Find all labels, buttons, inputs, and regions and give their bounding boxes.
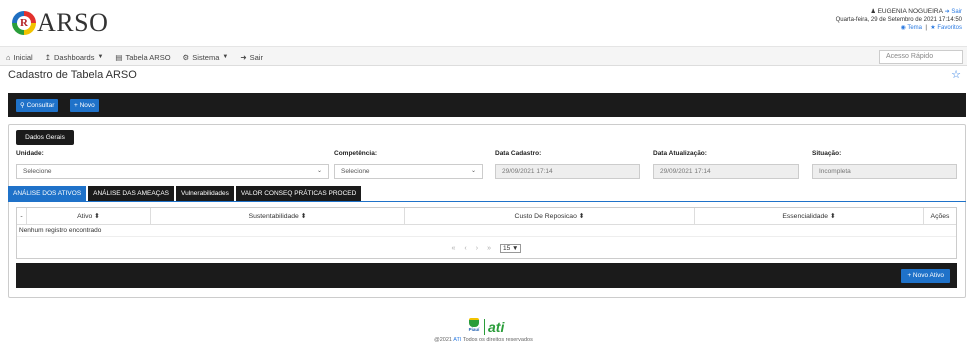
ativos-table: - Ativo ⬍ Sustentabilidade ⬍ Custo De Re… [16, 207, 957, 259]
copyright-text: Todos os direitos reservados [462, 337, 533, 343]
tab-valor-conseq[interactable]: VALOR CONSEQ PRÁTICAS PROCED [235, 186, 362, 202]
ati-logo: ati [488, 318, 505, 335]
nav-label: Dashboards [54, 52, 95, 62]
logout-link[interactable]: ➜ Sair [945, 9, 962, 15]
data-cadastro-label: Data Cadastro: [495, 150, 542, 157]
nav-label: Inicial [13, 52, 33, 62]
action-bar: ⚲ Consultar + Novo [8, 93, 966, 117]
theme-link[interactable]: ◉ Tema [901, 25, 922, 31]
consultar-button[interactable]: ⚲ Consultar [16, 99, 59, 112]
prev-page-icon[interactable]: ‹ [464, 245, 466, 252]
competencia-select[interactable]: Selecione ⌄ [334, 164, 483, 179]
last-page-icon[interactable]: » [487, 245, 491, 252]
user-icon: ♟ [870, 9, 876, 15]
tab-underline [8, 201, 966, 202]
nav-label: Tabela ARSO [125, 52, 171, 62]
nav-item-sistema[interactable]: ⚙ Sistema ▼ [183, 53, 229, 62]
main-nav: ⌂ Inicial ↥ Dashboards ▼ ▤ Tabela ARSO ⚙ Sist… [0, 46, 967, 66]
column-header-acoes: Ações [930, 213, 950, 220]
logout-label: Sair [951, 9, 962, 15]
caret-down-icon: ▼ [222, 54, 229, 60]
competencia-value: Selecione [341, 168, 370, 175]
divider [484, 318, 485, 335]
chevron-down-icon: ⌄ [316, 168, 322, 174]
column-header-essencialidade[interactable]: Essencialidade ⬍ [695, 208, 924, 225]
chevron-down-icon: ⌄ [470, 168, 476, 174]
situacao-label: Situação: [812, 150, 842, 157]
logout-icon: ➜ [240, 52, 247, 62]
bottom-action-bar: + Novo Ativo [16, 263, 957, 288]
plus-icon: + [907, 272, 912, 279]
copyright: @2021 ATI Todos os direitos reservados [0, 337, 967, 343]
tab-vulnerabilidades[interactable]: Vulnerabilidades [176, 186, 234, 202]
user-panel: ♟ EUGENIA NOGUEIRA ➜ Sair Quarta-feira, … [836, 8, 962, 32]
novo-ativo-label: Novo Ativo [912, 272, 944, 279]
nav-item-sair[interactable]: ➜ Sair [240, 53, 263, 62]
theme-icon: ◉ [900, 25, 906, 31]
data-atualizacao-field: 29/09/2021 17:14 [653, 164, 799, 179]
column-header-select: - [17, 208, 27, 225]
user-name: EUGENIA NOGUEIRA [877, 8, 943, 15]
favorites-label: Favoritos [937, 25, 962, 31]
tab-analise-ameacas[interactable]: ANÁLISE DAS AMEAÇAS [88, 186, 175, 202]
tab-bar: ANÁLISE DOS ATIVOS ANÁLISE DAS AMEAÇAS V… [8, 186, 362, 202]
current-datetime: Quarta-feira, 29 de Setembro de 2021 17:… [835, 17, 962, 23]
caret-down-icon: ▼ [97, 54, 104, 60]
tab-analise-ativos[interactable]: ANÁLISE DOS ATIVOS [8, 186, 87, 202]
favorites-link[interactable]: ★ Favoritos [930, 25, 962, 31]
novo-button[interactable]: + Novo [70, 99, 99, 112]
page-title: Cadastro de Tabela ARSO [8, 69, 137, 81]
file-icon: ▤ [115, 52, 123, 62]
ati-link[interactable]: ATI [453, 337, 461, 343]
data-cadastro-field: 29/09/2021 17:14 [495, 164, 640, 179]
rows-per-page-select[interactable]: 15 ▼ [500, 243, 522, 253]
app-logo[interactable]: R ARSO [12, 8, 108, 38]
nav-item-inicial[interactable]: ⌂ Inicial [6, 53, 33, 62]
novo-ativo-button[interactable]: + Novo Ativo [901, 269, 950, 283]
separator: | [925, 25, 927, 31]
theme-label: Tema [907, 25, 922, 31]
unidade-label: Unidade: [16, 150, 44, 157]
copyright-year: @2021 [434, 337, 452, 343]
column-header-sustentabilidade[interactable]: Sustentabilidade ⬍ [151, 208, 405, 225]
footer-logo: Piauí ati [467, 318, 504, 335]
logo-letter: R [17, 16, 31, 30]
favorite-star-icon[interactable]: ☆ [951, 68, 961, 81]
column-header-ativo[interactable]: Ativo ⬍ [27, 208, 151, 225]
quick-access-input[interactable]: Acesso Rápido [879, 50, 963, 64]
plus-icon: + [74, 102, 78, 109]
situacao-field: Incompleta [812, 164, 957, 179]
column-header-custo[interactable]: Custo De Reposicao ⬍ [405, 208, 695, 225]
first-page-icon[interactable]: « [452, 245, 456, 252]
novo-label: Novo [79, 102, 95, 109]
logo-text: ARSO [37, 8, 109, 37]
empty-message: Nenhum registro encontrado [17, 225, 956, 237]
consultar-label: Consultar [26, 102, 55, 109]
table-header: - Ativo ⬍ Sustentabilidade ⬍ Custo De Re… [17, 208, 956, 225]
piaui-crest-icon: Piauí [467, 318, 481, 335]
nav-item-dashboards[interactable]: ↥ Dashboards ▼ [45, 53, 104, 62]
unidade-select[interactable]: Selecione ⌄ [16, 164, 329, 179]
logo-ring-icon: R [12, 11, 36, 35]
search-icon: ⚲ [20, 102, 25, 109]
competencia-label: Competência: [334, 150, 377, 157]
next-page-icon[interactable]: › [476, 245, 478, 252]
chart-icon: ↥ [44, 52, 52, 62]
rows-per-page-value: 15 [503, 244, 511, 252]
section-legend: Dados Gerais [16, 130, 74, 145]
star-icon: ★ [930, 25, 936, 31]
nav-label: Sair [249, 52, 263, 62]
gear-icon: ⚙ [182, 52, 190, 62]
logout-icon: ➜ [944, 9, 950, 15]
piaui-label: Piauí [468, 327, 480, 332]
paginator: « ‹ › » 15 ▼ [17, 238, 956, 258]
home-icon: ⌂ [6, 52, 11, 62]
nav-item-tabela-arso[interactable]: ▤ Tabela ARSO [115, 53, 170, 62]
nav-label: Sistema [192, 52, 220, 62]
unidade-value: Selecione [23, 168, 52, 175]
data-atualizacao-label: Data Atualização: [653, 150, 707, 157]
